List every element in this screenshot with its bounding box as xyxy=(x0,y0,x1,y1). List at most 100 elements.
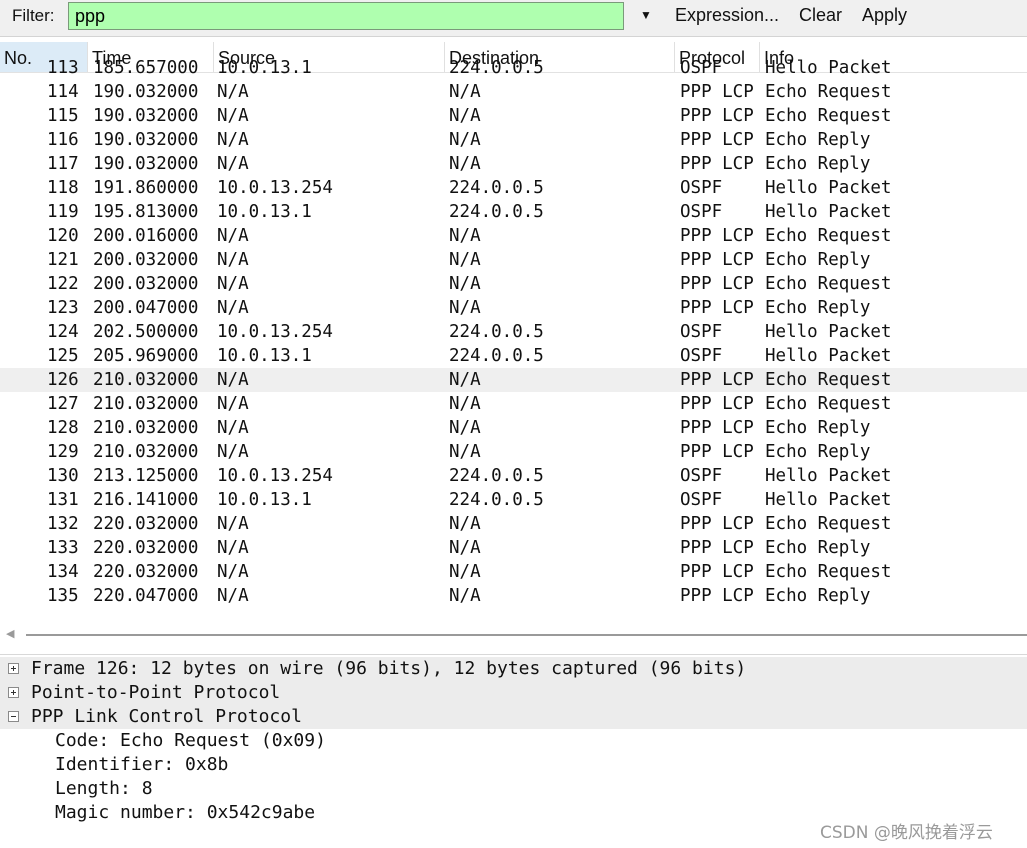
detail-node[interactable]: Point-to-Point Protocol xyxy=(0,681,1027,705)
packet-info: Echo Reply xyxy=(765,154,871,174)
packet-info: Echo Reply xyxy=(765,586,871,606)
packet-source: N/A xyxy=(217,394,249,414)
packet-row[interactable]: 135 220.047000 N/A N/A PPP LCP Echo Reply xyxy=(0,584,1027,608)
packet-source: N/A xyxy=(217,370,249,390)
detail-node-label: PPP Link Control Protocol xyxy=(31,706,302,727)
packet-protocol: PPP LCP xyxy=(680,274,754,294)
packet-row[interactable]: 124 202.500000 10.0.13.254 224.0.0.5 OSPF Hel… xyxy=(0,320,1027,344)
packet-destination: N/A xyxy=(449,418,481,438)
collapse-icon[interactable] xyxy=(8,711,19,722)
packet-info: Echo Reply xyxy=(765,418,871,438)
packet-row[interactable]: 131 216.141000 10.0.13.1 224.0.0.5 OSPF Hello… xyxy=(0,488,1027,512)
packet-no: 133 xyxy=(47,538,79,558)
clear-button[interactable]: Clear xyxy=(799,5,842,26)
packet-info: Echo Reply xyxy=(765,442,871,462)
filter-input[interactable] xyxy=(68,2,624,30)
packet-time: 210.032000 xyxy=(93,370,199,390)
packet-source: 10.0.13.254 xyxy=(217,178,333,198)
detail-node[interactable]: Frame 126: 12 bytes on wire (96 bits), 1… xyxy=(0,657,1027,681)
packet-info: Echo Request xyxy=(765,226,892,246)
packet-list[interactable]: No. Time Source Destination Protocol Inf… xyxy=(0,40,1027,622)
detail-node[interactable]: PPP Link Control Protocol xyxy=(0,705,1027,729)
detail-field[interactable]: Code: Echo Request (0x09) xyxy=(0,729,1027,753)
packet-source: N/A xyxy=(217,538,249,558)
packet-protocol: PPP LCP xyxy=(680,442,754,462)
packet-info: Hello Packet xyxy=(765,466,892,486)
packet-row[interactable]: 134 220.032000 N/A N/A PPP LCP Echo Request xyxy=(0,560,1027,584)
packet-row[interactable]: 126 210.032000 N/A N/A PPP LCP Echo Request xyxy=(0,368,1027,392)
packet-row[interactable]: 132 220.032000 N/A N/A PPP LCP Echo Request xyxy=(0,512,1027,536)
expand-icon[interactable] xyxy=(8,687,19,698)
packet-source: N/A xyxy=(217,562,249,582)
packet-time: 210.032000 xyxy=(93,442,199,462)
packet-time: 210.032000 xyxy=(93,418,199,438)
packet-info: Echo Reply xyxy=(765,250,871,270)
filter-label: Filter: xyxy=(12,6,55,25)
packet-row[interactable]: 113 185.657000 10.0.13.1 224.0.0.5 OSPF Hello… xyxy=(0,56,1027,80)
detail-field-label: Magic number: 0x542c9abe xyxy=(55,802,316,823)
packet-row[interactable]: 128 210.032000 N/A N/A PPP LCP Echo Reply xyxy=(0,416,1027,440)
scroll-left-icon[interactable]: ◀ xyxy=(6,627,14,640)
packet-source: N/A xyxy=(217,418,249,438)
packet-time: 200.016000 xyxy=(93,226,199,246)
packet-row[interactable]: 127 210.032000 N/A N/A PPP LCP Echo Request xyxy=(0,392,1027,416)
packet-destination: 224.0.0.5 xyxy=(449,466,544,486)
packet-row[interactable]: 130 213.125000 10.0.13.254 224.0.0.5 OSPF Hel… xyxy=(0,464,1027,488)
packet-row[interactable]: 116 190.032000 N/A N/A PPP LCP Echo Reply xyxy=(0,128,1027,152)
packet-destination: 224.0.0.5 xyxy=(449,490,544,510)
packet-protocol: PPP LCP xyxy=(680,514,754,534)
packet-destination: N/A xyxy=(449,442,481,462)
packet-destination: N/A xyxy=(449,538,481,558)
horizontal-scrollbar[interactable]: ◀ xyxy=(0,624,1027,646)
packet-row[interactable]: 115 190.032000 N/A N/A PPP LCP Echo Request xyxy=(0,104,1027,128)
packet-no: 124 xyxy=(47,322,79,342)
detail-field[interactable]: Identifier: 0x8b xyxy=(0,753,1027,777)
packet-row[interactable]: 117 190.032000 N/A N/A PPP LCP Echo Reply xyxy=(0,152,1027,176)
packet-no: 125 xyxy=(47,346,79,366)
packet-protocol: OSPF xyxy=(680,466,723,486)
packet-row[interactable]: 120 200.016000 N/A N/A PPP LCP Echo Request xyxy=(0,224,1027,248)
packet-destination: 224.0.0.5 xyxy=(449,322,544,342)
packet-source: N/A xyxy=(217,226,249,246)
scrollbar-track[interactable] xyxy=(26,634,1027,636)
packet-source: 10.0.13.254 xyxy=(217,322,333,342)
packet-protocol: PPP LCP xyxy=(680,394,754,414)
packet-protocol: OSPF xyxy=(680,346,723,366)
packet-time: 200.047000 xyxy=(93,298,199,318)
packet-row[interactable]: 123 200.047000 N/A N/A PPP LCP Echo Reply xyxy=(0,296,1027,320)
packet-row[interactable]: 121 200.032000 N/A N/A PPP LCP Echo Reply xyxy=(0,248,1027,272)
expression-button[interactable]: Expression... xyxy=(675,5,779,26)
packet-destination: N/A xyxy=(449,130,481,150)
packet-source: N/A xyxy=(217,106,249,126)
packet-no: 121 xyxy=(47,250,79,270)
packet-protocol: PPP LCP xyxy=(680,226,754,246)
packet-source: N/A xyxy=(217,274,249,294)
packet-row[interactable]: 125 205.969000 10.0.13.1 224.0.0.5 OSPF Hello… xyxy=(0,344,1027,368)
packet-row[interactable]: 118 191.860000 10.0.13.254 224.0.0.5 OSPF Hel… xyxy=(0,176,1027,200)
filter-dropdown-icon[interactable]: ▼ xyxy=(640,8,652,22)
detail-field[interactable]: Length: 8 xyxy=(0,777,1027,801)
packet-info: Hello Packet xyxy=(765,178,892,198)
packet-info: Echo Request xyxy=(765,370,892,390)
packet-destination: N/A xyxy=(449,370,481,390)
packet-time: 202.500000 xyxy=(93,322,199,342)
detail-field-label: Code: Echo Request (0x09) xyxy=(55,730,326,751)
packet-protocol: OSPF xyxy=(680,202,723,222)
packet-protocol: PPP LCP xyxy=(680,130,754,150)
packet-source: N/A xyxy=(217,586,249,606)
packet-row[interactable]: 129 210.032000 N/A N/A PPP LCP Echo Reply xyxy=(0,440,1027,464)
packet-info: Echo Reply xyxy=(765,298,871,318)
packet-row[interactable]: 114 190.032000 N/A N/A PPP LCP Echo Request xyxy=(0,80,1027,104)
expand-icon[interactable] xyxy=(8,663,19,674)
packet-info: Hello Packet xyxy=(765,346,892,366)
packet-protocol: OSPF xyxy=(680,58,723,78)
packet-protocol: PPP LCP xyxy=(680,562,754,582)
apply-button[interactable]: Apply xyxy=(862,5,907,26)
packet-time: 185.657000 xyxy=(93,58,199,78)
packet-row[interactable]: 122 200.032000 N/A N/A PPP LCP Echo Request xyxy=(0,272,1027,296)
packet-row[interactable]: 133 220.032000 N/A N/A PPP LCP Echo Reply xyxy=(0,536,1027,560)
packet-row[interactable]: 119 195.813000 10.0.13.1 224.0.0.5 OSPF Hello… xyxy=(0,200,1027,224)
packet-no: 135 xyxy=(47,586,79,606)
packet-time: 220.032000 xyxy=(93,514,199,534)
packet-no: 132 xyxy=(47,514,79,534)
